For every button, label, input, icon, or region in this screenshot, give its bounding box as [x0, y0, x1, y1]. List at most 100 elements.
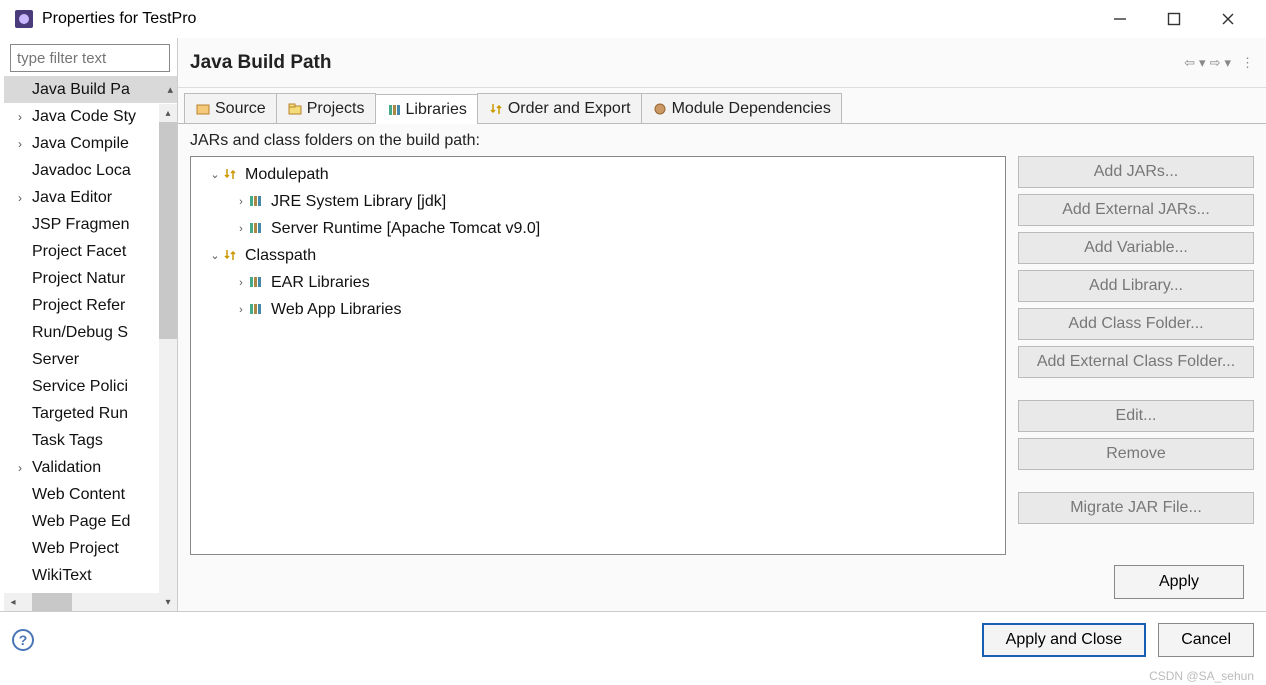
- library-icon: [249, 194, 265, 210]
- sidebar-item[interactable]: Web Content: [4, 481, 177, 508]
- minimize-button[interactable]: [1106, 5, 1134, 33]
- apply-button[interactable]: Apply: [1114, 565, 1244, 599]
- chevron-right-icon: ›: [18, 137, 32, 151]
- close-button[interactable]: [1214, 5, 1242, 33]
- filter-input[interactable]: [10, 44, 170, 72]
- edit-button[interactable]: Edit...: [1018, 400, 1254, 432]
- add-library-button[interactable]: Add Library...: [1018, 270, 1254, 302]
- titlebar: Properties for TestPro: [0, 0, 1266, 38]
- order-icon: [488, 101, 504, 117]
- add-class-folder-button[interactable]: Add Class Folder...: [1018, 308, 1254, 340]
- help-icon[interactable]: ?: [12, 629, 34, 651]
- back-menu-icon[interactable]: ▾: [1199, 55, 1206, 71]
- sidebar-item-label: Java Code Sty: [32, 108, 136, 126]
- sidebar-item[interactable]: ›Java Code Sty: [4, 103, 177, 130]
- cancel-button[interactable]: Cancel: [1158, 623, 1254, 657]
- button-column: Add JARs... Add External JARs... Add Var…: [1018, 156, 1254, 555]
- sidebar-item[interactable]: Targeted Run: [4, 400, 177, 427]
- tab[interactable]: Libraries: [375, 94, 478, 124]
- page-toolbar: ⇦ ▾ ⇨ ▾ ⋮: [1184, 55, 1254, 71]
- tree-item-label: Classpath: [245, 247, 316, 265]
- sidebar-item-label: Web Project: [32, 540, 119, 558]
- sidebar-item[interactable]: Project Facet: [4, 238, 177, 265]
- sidebar-item[interactable]: Javadoc Loca: [4, 157, 177, 184]
- sidebar-item[interactable]: Project Natur: [4, 265, 177, 292]
- sidebar-horizontal-scrollbar[interactable]: ◂ ▸: [4, 593, 177, 611]
- sidebar-item[interactable]: Run/Debug S: [4, 319, 177, 346]
- tab[interactable]: Source: [184, 93, 277, 123]
- scroll-thumb[interactable]: [159, 122, 177, 339]
- chevron-right-icon[interactable]: ›: [233, 223, 249, 235]
- sidebar-item-label: Project Natur: [32, 270, 125, 288]
- projects-icon: [287, 101, 303, 117]
- tab-label: Order and Export: [508, 100, 631, 118]
- window-title: Properties for TestPro: [42, 10, 1106, 28]
- forward-menu-icon[interactable]: ▾: [1224, 55, 1231, 71]
- forward-icon[interactable]: ⇨: [1210, 55, 1221, 71]
- tab-label: Source: [215, 100, 266, 118]
- tree-item-label: Modulepath: [245, 166, 329, 184]
- back-icon[interactable]: ⇦: [1184, 55, 1195, 71]
- tab-label: Projects: [307, 100, 365, 118]
- sidebar-item-label: Targeted Run: [32, 405, 128, 423]
- chevron-right-icon[interactable]: ›: [233, 304, 249, 316]
- tree-row[interactable]: ›JRE System Library [jdk]: [197, 188, 999, 215]
- view-menu-icon[interactable]: ⋮: [1241, 55, 1254, 71]
- add-external-jars-button[interactable]: Add External JARs...: [1018, 194, 1254, 226]
- tree-row[interactable]: › Web App Libraries: [197, 296, 999, 323]
- dialog-footer: ? Apply and Close Cancel: [0, 612, 1266, 668]
- sidebar-item[interactable]: Web Page Ed: [4, 508, 177, 535]
- scroll-up-icon[interactable]: ▴: [159, 104, 177, 122]
- tree-row[interactable]: › Server Runtime [Apache Tomcat v9.0]: [197, 215, 999, 242]
- add-external-class-folder-button[interactable]: Add External Class Folder...: [1018, 346, 1254, 378]
- sidebar-item-label: Java Compile: [32, 135, 129, 153]
- tab[interactable]: Projects: [276, 93, 376, 123]
- section-description: JARs and class folders on the build path…: [190, 132, 1254, 150]
- tree-row[interactable]: ⌄ Modulepath: [197, 161, 999, 188]
- scroll-left-icon[interactable]: ◂: [4, 597, 22, 608]
- tree-row[interactable]: ›EAR Libraries: [197, 269, 999, 296]
- add-jars-button[interactable]: Add JARs...: [1018, 156, 1254, 188]
- tree-item-label: Server Runtime [Apache Tomcat v9.0]: [271, 220, 540, 238]
- chevron-up-icon: ▴: [167, 83, 173, 96]
- libraries-icon: [386, 102, 402, 118]
- chevron-down-icon[interactable]: ⌄: [207, 168, 223, 181]
- sidebar-item[interactable]: JSP Fragmen: [4, 211, 177, 238]
- chevron-right-icon[interactable]: ›: [233, 277, 249, 289]
- sidebar-item[interactable]: Java Build Pa ▴: [4, 76, 177, 103]
- sidebar-item-label: Java Build Pa: [32, 81, 130, 99]
- tab-bar: Source Projects Libraries Order and Export M…: [178, 90, 1266, 124]
- chevron-right-icon[interactable]: ›: [233, 196, 249, 208]
- chevron-down-icon[interactable]: ⌄: [207, 249, 223, 262]
- library-tree[interactable]: ⌄Modulepath›JRE System Library [jdk]›Ser…: [190, 156, 1006, 555]
- maximize-button[interactable]: [1160, 5, 1188, 33]
- add-variable-button[interactable]: Add Variable...: [1018, 232, 1254, 264]
- scroll-thumb-h[interactable]: [32, 593, 72, 611]
- tree-row[interactable]: ⌄ Classpath: [197, 242, 999, 269]
- sidebar-item[interactable]: Server: [4, 346, 177, 373]
- sidebar-item-label: Javadoc Loca: [32, 162, 131, 180]
- sidebar-item-label: Server: [32, 351, 79, 369]
- tab[interactable]: Module Dependencies: [641, 93, 842, 123]
- remove-button[interactable]: Remove: [1018, 438, 1254, 470]
- tab[interactable]: Order and Export: [477, 93, 642, 123]
- sidebar-item[interactable]: Web Project: [4, 535, 177, 562]
- sidebar-item-label: JSP Fragmen: [32, 216, 130, 234]
- sidebar-item[interactable]: Project Refer: [4, 292, 177, 319]
- scroll-down-icon[interactable]: ▾: [159, 593, 177, 611]
- page-header: Java Build Path ⇦ ▾ ⇨ ▾ ⋮: [178, 38, 1266, 88]
- sidebar-item[interactable]: Service Polici: [4, 373, 177, 400]
- sidebar-vertical-scrollbar[interactable]: ▴ ▾: [159, 122, 177, 593]
- apply-and-close-button[interactable]: Apply and Close: [982, 623, 1147, 657]
- module-group-icon: [223, 167, 239, 183]
- module-icon: [652, 101, 668, 117]
- sidebar-item[interactable]: ›Java Compile: [4, 130, 177, 157]
- module-group-icon: [223, 248, 239, 264]
- sidebar-item[interactable]: ›Java Editor: [4, 184, 177, 211]
- migrate-jar-button[interactable]: Migrate JAR File...: [1018, 492, 1254, 524]
- sidebar-item[interactable]: WikiText: [4, 562, 177, 589]
- sidebar-item[interactable]: ›Validation: [4, 454, 177, 481]
- tree-item-label: Web App Libraries: [271, 301, 401, 319]
- page-title: Java Build Path: [190, 52, 1184, 74]
- sidebar-item[interactable]: Task Tags: [4, 427, 177, 454]
